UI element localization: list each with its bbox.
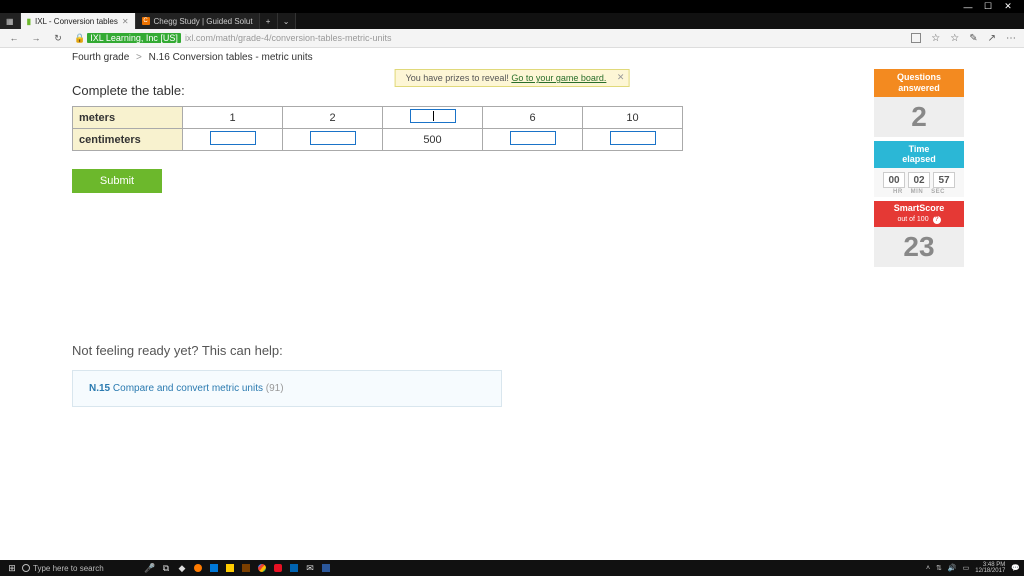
window-maximize[interactable]: ☐	[978, 0, 998, 13]
stats-sidebar: Questions answered 2 Time elapsed 00 02 …	[874, 69, 964, 271]
cm-cell	[583, 129, 683, 151]
submit-button[interactable]: Submit	[72, 169, 162, 193]
conversion-table: meters 1 2 6 10 centimeters 500	[72, 106, 683, 151]
taskbar-app[interactable]	[190, 560, 206, 576]
start-button[interactable]: ⊞	[4, 560, 20, 576]
time-tile: Time elapsed 00 02 57 HR MIN SEC	[874, 141, 964, 198]
taskbar-app[interactable]	[286, 560, 302, 576]
close-icon[interactable]: ✕	[617, 72, 625, 83]
taskbar-app[interactable]	[254, 560, 270, 576]
prize-notice: You have prizes to reveal! Go to your ga…	[395, 69, 630, 87]
taskbar-search[interactable]: Type here to search	[22, 564, 142, 573]
browser-tabstrip: ▦ ▮ IXL - Conversion tables ✕ C Chegg St…	[0, 13, 1024, 29]
window-titlebar: — ☐ ✕	[0, 0, 1024, 13]
help-recommendation[interactable]: N.15 Compare and convert metric units (9…	[72, 370, 502, 407]
time-min: 02	[908, 172, 930, 188]
questions-tile: Questions answered 2	[874, 69, 964, 137]
window-minimize[interactable]: —	[958, 0, 978, 13]
answer-input[interactable]	[410, 109, 456, 123]
row-header-meters: meters	[73, 107, 183, 129]
help-section: Not feeling ready yet? This can help: N.…	[72, 343, 964, 407]
taskbar-clock[interactable]: 3:48 PM 12/18/2017	[975, 562, 1005, 574]
meters-cell	[383, 107, 483, 129]
page-content: Fourth grade > N.16 Conversion tables - …	[0, 48, 1024, 560]
taskbar-app[interactable]	[318, 560, 334, 576]
tray-chevron-icon[interactable]: ˄	[926, 565, 930, 572]
cm-cell	[183, 129, 283, 151]
taskbar-app[interactable]: ✉	[302, 560, 318, 576]
browser-toolbar: ← → ↻ 🔒 IXL Learning, Inc [US] ixl.com/m…	[0, 29, 1024, 48]
time-label: Time elapsed	[874, 141, 964, 169]
nav-forward[interactable]: →	[30, 33, 42, 43]
taskbar-app[interactable]: ◆	[174, 560, 190, 576]
answer-input[interactable]	[610, 131, 656, 145]
tab-pinned[interactable]: ▦	[0, 13, 21, 29]
smartscore-value: 23	[874, 233, 964, 261]
breadcrumb-skill: N.16 Conversion tables - metric units	[149, 52, 313, 63]
meters-cell: 6	[483, 107, 583, 129]
smartscore-label: SmartScore out of 100 ?	[874, 201, 964, 227]
tab-dropdown[interactable]: ⌄	[278, 13, 296, 29]
taskbar-app[interactable]	[222, 560, 238, 576]
cm-cell	[283, 129, 383, 151]
answer-input[interactable]	[510, 131, 556, 145]
nav-reload[interactable]: ↻	[52, 33, 64, 44]
window-close[interactable]: ✕	[998, 0, 1018, 13]
tray-network-icon[interactable]: ⇅	[936, 564, 942, 572]
tray-volume-icon[interactable]: 🔊	[948, 564, 957, 572]
tab-label: Chegg Study | Guided Solut	[154, 17, 253, 26]
nav-back[interactable]: ←	[8, 33, 20, 43]
cm-cell: 500	[383, 129, 483, 151]
questions-label: Questions answered	[874, 69, 964, 97]
notifications-icon[interactable]: 💬	[1011, 564, 1020, 572]
more-icon[interactable]: ⋯	[1006, 33, 1016, 44]
game-board-link[interactable]: Go to your game board.	[511, 73, 606, 83]
help-heading: Not feeling ready yet? This can help:	[72, 343, 964, 358]
share-icon[interactable]: ↗	[988, 33, 996, 44]
meters-cell: 2	[283, 107, 383, 129]
favorite-icon[interactable]: ☆	[931, 33, 940, 44]
meters-cell: 1	[183, 107, 283, 129]
table-row: meters 1 2 6 10	[73, 107, 683, 129]
time-sec: 57	[933, 172, 955, 188]
smartscore-tile: SmartScore out of 100 ? 23	[874, 201, 964, 267]
answer-input[interactable]	[210, 131, 256, 145]
system-tray: ˄ ⇅ 🔊 ▭ 3:48 PM 12/18/2017 💬	[926, 562, 1020, 574]
taskbar-app[interactable]	[238, 560, 254, 576]
windows-taskbar: ⊞ Type here to search 🎤 ⧉ ◆ ✉ ˄ ⇅ 🔊 ▭ 3:…	[0, 560, 1024, 576]
tray-battery-icon[interactable]: ▭	[963, 564, 970, 572]
tab-label: IXL - Conversion tables	[35, 17, 118, 26]
row-header-centimeters: centimeters	[73, 129, 183, 151]
meters-cell: 10	[583, 107, 683, 129]
questions-value: 2	[874, 103, 964, 131]
lock-icon: 🔒 IXL Learning, Inc [US]	[74, 33, 181, 44]
help-icon[interactable]: ?	[933, 216, 941, 224]
new-tab-button[interactable]: +	[260, 13, 278, 29]
breadcrumb: Fourth grade > N.16 Conversion tables - …	[0, 48, 1024, 69]
reading-view-icon[interactable]	[911, 33, 921, 43]
cortana-icon	[22, 564, 30, 572]
tab-ixl[interactable]: ▮ IXL - Conversion tables ✕	[21, 13, 136, 29]
cm-cell	[483, 129, 583, 151]
taskbar-app[interactable]	[206, 560, 222, 576]
task-view-icon[interactable]: ⧉	[158, 560, 174, 576]
close-icon[interactable]: ✕	[122, 17, 129, 26]
mic-icon[interactable]: 🎤	[142, 560, 158, 576]
notes-icon[interactable]: ✎	[969, 33, 977, 44]
table-row: centimeters 500	[73, 129, 683, 151]
taskbar-app[interactable]	[270, 560, 286, 576]
answer-input[interactable]	[310, 131, 356, 145]
breadcrumb-grade[interactable]: Fourth grade	[72, 52, 129, 63]
address-bar[interactable]: 🔒 IXL Learning, Inc [US] ixl.com/math/gr…	[74, 33, 901, 44]
tab-chegg[interactable]: C Chegg Study | Guided Solut	[136, 13, 260, 29]
time-hr: 00	[883, 172, 905, 188]
favorites-bar-icon[interactable]: ☆	[950, 33, 959, 44]
url-text: ixl.com/math/grade-4/conversion-tables-m…	[185, 33, 392, 43]
